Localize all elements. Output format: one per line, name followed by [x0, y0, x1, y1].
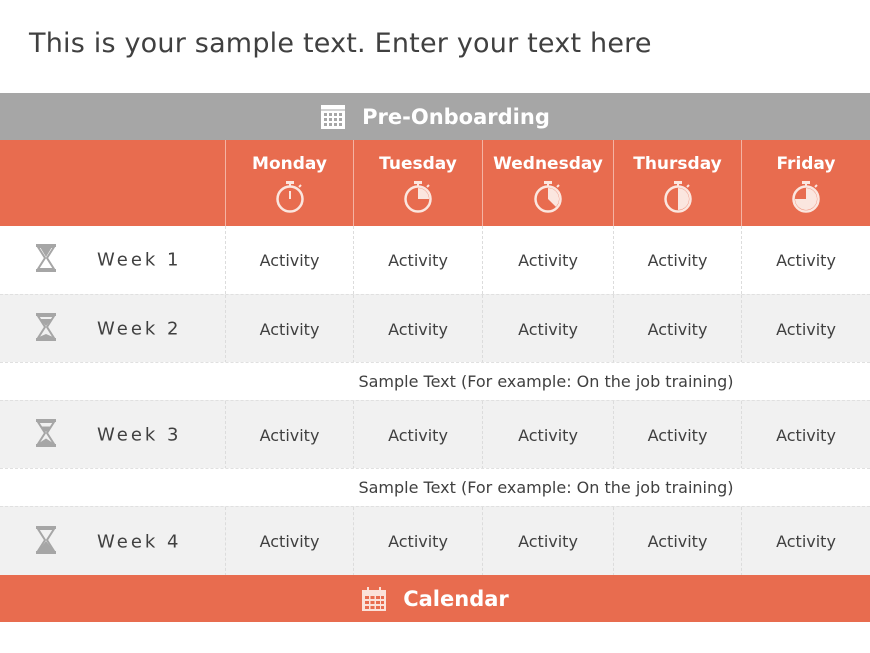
activity-cell[interactable]: Activity — [482, 401, 613, 469]
day-label: Monday — [252, 154, 327, 174]
activity-cell[interactable]: Activity — [613, 226, 741, 294]
week-row: Week 2 Activity Activity Activity Activity Ac… — [0, 294, 870, 363]
stopwatch-icon — [742, 179, 870, 218]
activity-cell[interactable]: Activity — [225, 401, 353, 469]
week-row: Week 1 Activity Activity Activity Activity Ac… — [0, 226, 870, 294]
hourglass-icon — [35, 525, 57, 559]
page-title: This is your sample text. Enter your tex… — [29, 28, 652, 59]
day-header-tuesday: Tuesday — [353, 140, 482, 226]
day-header-wednesday: Wednesday — [482, 140, 613, 226]
calendar-icon — [361, 586, 387, 612]
week-label: Week 1 — [97, 249, 182, 271]
activity-cell[interactable]: Activity — [482, 507, 613, 576]
activity-cell[interactable]: Activity — [353, 226, 482, 294]
stopwatch-icon — [483, 179, 613, 218]
hourglass-icon — [35, 418, 57, 452]
activity-cell[interactable]: Activity — [353, 295, 482, 363]
sample-text-row: Sample Text (For example: On the job tra… — [0, 468, 870, 506]
week-label: Week 4 — [97, 531, 182, 552]
sample-text: Sample Text (For example: On the job tra… — [358, 372, 734, 391]
stopwatch-icon — [354, 179, 482, 218]
activity-cell[interactable]: Activity — [741, 226, 870, 294]
week-row: Week 3 Activity Activity Activity Activity Ac… — [0, 400, 870, 469]
week-label: Week 2 — [97, 318, 182, 340]
activity-cell[interactable]: Activity — [482, 226, 613, 294]
day-header-thursday: Thursday — [613, 140, 741, 226]
hourglass-icon — [35, 312, 57, 346]
activity-cell[interactable]: Activity — [613, 401, 741, 469]
sample-text-row: Sample Text (For example: On the job tra… — [0, 362, 870, 400]
stopwatch-icon — [614, 179, 741, 218]
day-header-row: Monday Tuesday Wednesday Thursday Friday — [0, 140, 870, 226]
day-header-monday: Monday — [225, 140, 353, 226]
activity-cell[interactable]: Activity — [741, 401, 870, 469]
sample-text: Sample Text (For example: On the job tra… — [358, 478, 734, 497]
day-label: Tuesday — [379, 154, 457, 174]
activity-cell[interactable]: Activity — [741, 295, 870, 363]
activity-cell[interactable]: Activity — [741, 507, 870, 576]
pre-onboarding-label: Pre-Onboarding — [362, 104, 550, 129]
activity-cell[interactable]: Activity — [225, 226, 353, 294]
day-header-friday: Friday — [741, 140, 870, 226]
calendar-label: Calendar — [403, 586, 509, 611]
calendar-bar: Calendar — [0, 575, 870, 622]
activity-cell[interactable]: Activity — [353, 401, 482, 469]
week-row: Week 4 Activity Activity Activity Activity Ac… — [0, 506, 870, 576]
day-label: Wednesday — [493, 154, 603, 174]
activity-cell[interactable]: Activity — [225, 295, 353, 363]
day-label: Thursday — [633, 154, 722, 174]
activity-cell[interactable]: Activity — [482, 295, 613, 363]
activity-cell[interactable]: Activity — [613, 295, 741, 363]
calendar-icon — [320, 104, 346, 130]
hourglass-icon — [35, 243, 57, 277]
stopwatch-icon — [226, 179, 353, 218]
activity-cell[interactable]: Activity — [613, 507, 741, 576]
activity-cell[interactable]: Activity — [353, 507, 482, 576]
week-label: Week 3 — [97, 424, 182, 446]
day-label: Friday — [776, 154, 836, 174]
activity-cell[interactable]: Activity — [225, 507, 353, 576]
pre-onboarding-bar: Pre-Onboarding — [0, 93, 870, 140]
